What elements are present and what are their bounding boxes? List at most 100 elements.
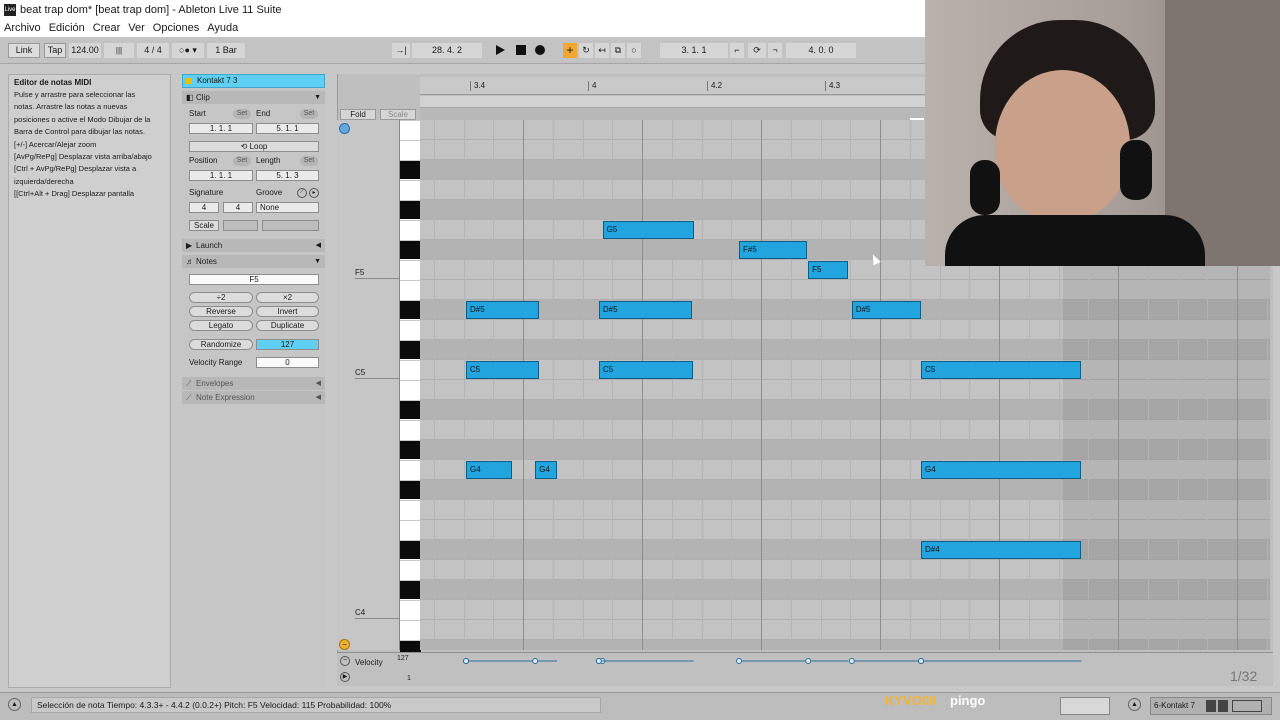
midi-note[interactable]: D#5 (851, 301, 921, 319)
time-signature-field[interactable]: 4 / 4 (137, 43, 169, 58)
fold-minus-icon[interactable]: − (339, 639, 350, 650)
black-key[interactable] (400, 401, 421, 419)
overview-minimap[interactable] (1060, 697, 1110, 715)
white-key[interactable] (400, 520, 421, 521)
black-key[interactable] (400, 441, 421, 459)
menu-item-0[interactable]: Archivo (0, 22, 45, 34)
velocity-marker[interactable] (848, 658, 855, 664)
velocity-expand-icon[interactable]: ▶ (340, 672, 350, 682)
midi-note[interactable]: D#4 (921, 541, 1082, 559)
expand-triangle-icon[interactable]: ◀ (316, 391, 321, 404)
menu-item-5[interactable]: Ayuda (203, 22, 242, 34)
signature-numerator-field[interactable]: 4 (189, 202, 219, 213)
scale-fold-button[interactable]: Scale (380, 109, 416, 120)
midi-note[interactable]: G5 (602, 221, 694, 239)
play-icon[interactable] (496, 45, 505, 55)
arrangement-position-field[interactable]: 28. 4. 2 (412, 43, 482, 58)
black-key[interactable] (400, 541, 421, 559)
velocity-marker[interactable] (805, 658, 812, 664)
black-key[interactable] (400, 301, 421, 319)
velocity-marker[interactable] (532, 658, 539, 664)
length-field[interactable]: 5. 1. 3 (256, 170, 319, 181)
preview-icon[interactable] (339, 123, 350, 134)
tempo-field[interactable]: 124.00 (69, 43, 101, 58)
menu-item-4[interactable]: Opciones (149, 22, 203, 34)
loop-length-field[interactable]: 4. 0. 0 (786, 43, 856, 58)
piano-keyboard[interactable] (399, 120, 421, 659)
envelopes-section-header[interactable]: ⟋ Envelopes ◀ (182, 377, 325, 390)
randomize-button[interactable]: Randomize (189, 339, 253, 350)
white-key[interactable] (400, 320, 421, 321)
link-button[interactable]: Link (8, 43, 40, 58)
clip-section-header[interactable]: ◧ Clip ▼ (182, 91, 325, 104)
automation-arm-icon[interactable]: ↻ (579, 43, 593, 58)
note-name-field[interactable]: F5 (189, 274, 319, 285)
randomize-amount-field[interactable]: 127 (256, 339, 319, 350)
white-key[interactable] (400, 380, 421, 381)
menu-item-1[interactable]: Edición (45, 22, 89, 34)
midi-note[interactable]: G4 (535, 461, 557, 479)
velocity-marker[interactable] (595, 658, 602, 664)
white-key[interactable] (400, 500, 421, 501)
start-set-button[interactable]: Set (233, 109, 251, 119)
punch-out-icon[interactable]: ¬ (768, 43, 782, 58)
black-key[interactable] (400, 581, 421, 599)
show-detail-view-icon[interactable]: ▲ (1128, 698, 1141, 711)
double-button[interactable]: ×2 (256, 292, 319, 303)
midi-note[interactable]: G4 (921, 461, 1082, 479)
white-key[interactable] (400, 360, 421, 361)
midi-note[interactable]: D#5 (598, 301, 692, 319)
record-icon[interactable] (535, 45, 545, 55)
expand-triangle-icon[interactable]: ◀ (316, 377, 321, 390)
white-key[interactable] (400, 600, 421, 601)
launch-section-header[interactable]: ▶ Launch ◀ (182, 239, 325, 252)
scale-root-dropdown[interactable] (223, 220, 258, 231)
black-key[interactable] (400, 161, 421, 179)
back-to-arrangement-icon[interactable]: ↤ (595, 43, 609, 58)
stop-icon[interactable] (516, 45, 526, 55)
velocity-markers[interactable] (420, 654, 1270, 684)
white-key[interactable] (400, 460, 421, 461)
black-key[interactable] (400, 201, 421, 219)
duplicate-button[interactable]: Duplicate (256, 320, 319, 331)
quantize-dropdown[interactable]: 1 Bar (207, 43, 245, 58)
midi-note[interactable]: C5 (598, 361, 694, 379)
clip-view-icon[interactable] (1218, 700, 1228, 712)
metronome-icon[interactable]: ||| (104, 43, 134, 58)
signature-denominator-field[interactable]: 4 (223, 202, 253, 213)
track-view-icon[interactable] (1206, 700, 1216, 712)
white-key[interactable] (400, 620, 421, 621)
beat-time-ruler[interactable]: 3.4 4 4.2 4.3 (420, 77, 925, 95)
black-key[interactable] (400, 241, 421, 259)
session-record-icon[interactable]: ○ (627, 43, 641, 58)
velocity-marker[interactable] (918, 658, 924, 664)
start-field[interactable]: 1. 1. 1 (189, 123, 253, 134)
legato-button[interactable]: Legato (189, 320, 253, 331)
midi-note[interactable]: G4 (466, 461, 512, 479)
white-key[interactable] (400, 560, 421, 561)
overdub-plus-icon[interactable]: + (563, 43, 577, 58)
midi-note[interactable]: D#5 (466, 301, 539, 319)
velocity-marker[interactable] (736, 658, 742, 664)
velocity-range-field[interactable]: 0 (256, 357, 319, 368)
midi-note[interactable]: C5 (921, 361, 1082, 379)
halve-button[interactable]: ÷2 (189, 292, 253, 303)
groove-dropdown[interactable]: None (256, 202, 319, 213)
groove-commit-icon[interactable]: ▸ (309, 188, 319, 198)
clip-track-name[interactable]: Kontakt 7 3 (182, 74, 325, 88)
position-set-button[interactable]: Set (233, 156, 251, 166)
loop-brace-strip[interactable] (420, 96, 925, 108)
groove-hot-swap-icon[interactable]: ⟋ (297, 188, 307, 198)
capture-midi-icon[interactable]: ⧉ (611, 43, 625, 58)
end-set-button[interactable]: Set (300, 109, 318, 119)
reverse-button[interactable]: Reverse (189, 306, 253, 317)
follow-arrow-icon[interactable]: →| (392, 43, 410, 58)
white-key[interactable] (400, 120, 421, 121)
midi-note[interactable]: F5 (808, 261, 849, 279)
scrub-area[interactable] (420, 108, 925, 120)
expand-triangle-icon[interactable]: ◀ (316, 239, 321, 252)
black-key[interactable] (400, 341, 421, 359)
white-key[interactable] (400, 180, 421, 181)
white-key[interactable] (400, 260, 421, 261)
notes-section-header[interactable]: ♬ Notes ▼ (182, 255, 325, 268)
